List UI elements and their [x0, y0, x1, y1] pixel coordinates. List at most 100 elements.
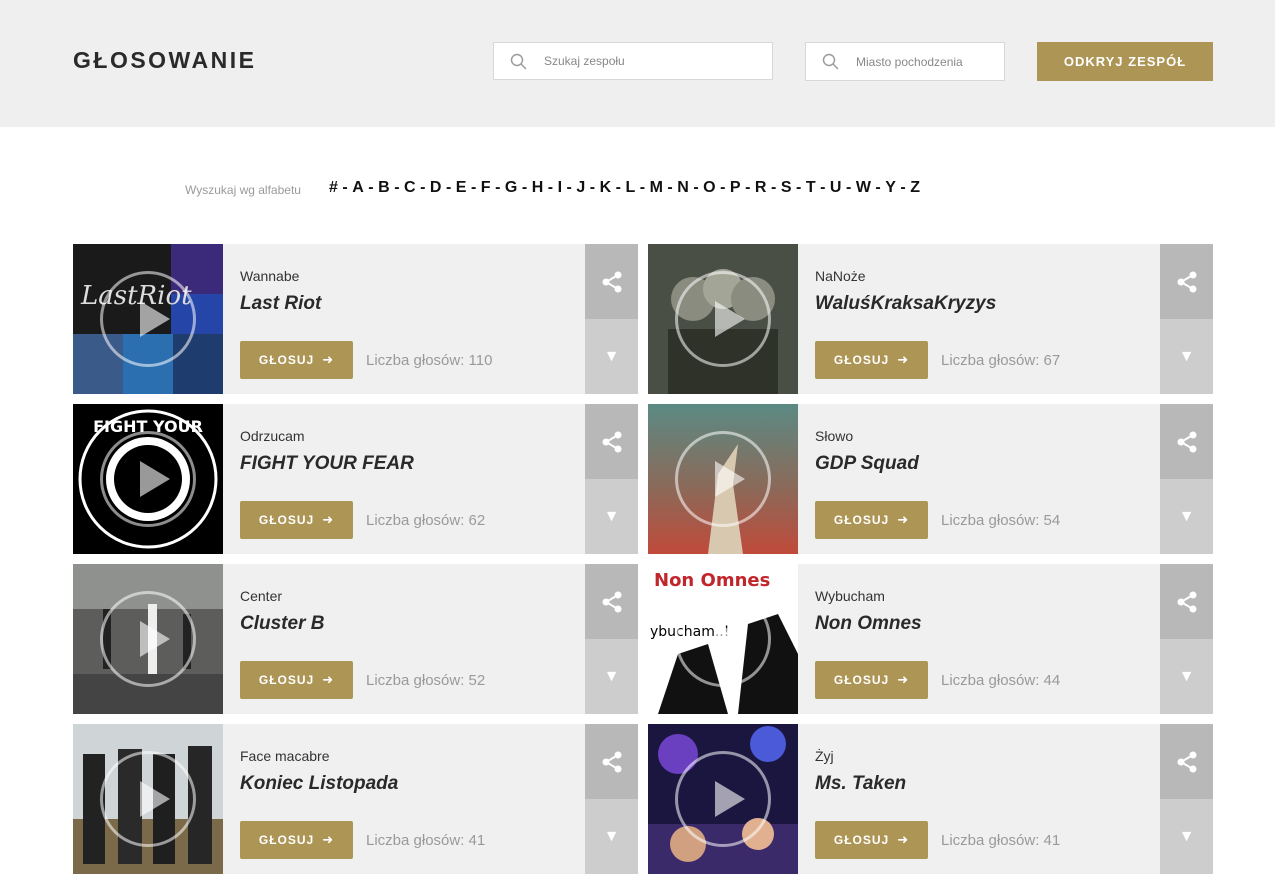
alphabet-letter[interactable]: G	[505, 179, 518, 196]
vote-button[interactable]: GŁOSUJ ➜	[240, 501, 353, 539]
alphabet-letter[interactable]: B	[378, 179, 390, 196]
band-name[interactable]: Ms. Taken	[815, 773, 906, 795]
alphabet-letter[interactable]: N	[677, 179, 689, 196]
alphabet-letter[interactable]: H	[532, 179, 544, 196]
expand-button[interactable]: ▼	[585, 479, 638, 554]
band-name[interactable]: WaluśKraksaKryzys	[815, 293, 996, 315]
alphabet-letter[interactable]: C	[404, 179, 416, 196]
alphabet-letter[interactable]: W	[856, 179, 872, 196]
arrow-right-icon: ➜	[897, 832, 910, 847]
vote-count: Liczba głosów: 67	[941, 352, 1061, 369]
alphabet-letter[interactable]: U	[830, 179, 842, 196]
alphabet-letter[interactable]: I	[558, 179, 563, 196]
arrow-right-icon: ➜	[897, 672, 910, 687]
alphabet-letter[interactable]: J	[576, 179, 585, 196]
play-icon[interactable]	[675, 431, 771, 527]
share-button[interactable]	[1160, 724, 1213, 799]
vote-count: Liczba głosów: 54	[941, 512, 1061, 529]
arrow-right-icon: ➜	[322, 512, 335, 527]
vote-button[interactable]: GŁOSUJ ➜	[240, 821, 353, 859]
video-thumbnail[interactable]	[648, 404, 798, 554]
triangle-down-icon: ▼	[1178, 827, 1195, 845]
vote-button-label: GŁOSUJ	[258, 833, 315, 847]
share-button[interactable]	[1160, 244, 1213, 319]
band-name[interactable]: FIGHT YOUR FEAR	[240, 453, 414, 475]
share-button[interactable]	[585, 244, 638, 319]
vote-count: Liczba głosów: 110	[366, 352, 493, 369]
video-thumbnail[interactable]: LastRiot	[73, 244, 223, 394]
alphabet-separator: -	[720, 179, 726, 196]
alphabet-letter[interactable]: S	[781, 179, 792, 196]
alphabet-separator: -	[667, 179, 674, 196]
share-button[interactable]	[1160, 564, 1213, 639]
video-thumbnail[interactable]: FIGHT YOUR	[73, 404, 223, 554]
arrow-right-icon: ➜	[897, 352, 910, 367]
alphabet-separator: -	[420, 179, 426, 196]
band-card: Center Cluster B GŁOSUJ ➜ Liczba głosów: 52 ▼	[73, 564, 638, 714]
video-thumbnail[interactable]	[73, 564, 223, 714]
song-title: Słowo	[815, 428, 854, 444]
alphabet-letter[interactable]: P	[730, 179, 741, 196]
share-button[interactable]	[585, 724, 638, 799]
vote-button[interactable]: GŁOSUJ ➜	[240, 341, 353, 379]
alphabet-letter[interactable]: R	[755, 179, 767, 196]
alphabet-letter[interactable]: Z	[910, 179, 920, 196]
alphabet-letter[interactable]: F	[481, 179, 491, 196]
band-search-box[interactable]	[493, 42, 773, 80]
alphabet-separator: -	[547, 179, 554, 196]
play-icon[interactable]	[675, 591, 771, 687]
alphabet-letter[interactable]: Y	[885, 179, 896, 196]
alphabet-separator: -	[820, 179, 826, 196]
band-name[interactable]: Last Riot	[240, 293, 321, 315]
page-header: GŁOSOWANIE ODKRYJ ZESPÓŁ	[0, 0, 1275, 127]
band-name[interactable]: GDP Squad	[815, 453, 919, 475]
alphabet-letter[interactable]: M	[650, 179, 664, 196]
band-name[interactable]: Cluster B	[240, 613, 324, 635]
alphabet-letter[interactable]: O	[703, 179, 716, 196]
search-icon	[822, 53, 839, 70]
video-thumbnail[interactable]	[648, 244, 798, 394]
expand-button[interactable]: ▼	[1160, 479, 1213, 554]
expand-button[interactable]: ▼	[1160, 319, 1213, 394]
play-icon[interactable]	[675, 751, 771, 847]
video-thumbnail[interactable]: Non Omnes ybucham..!	[648, 564, 798, 714]
expand-button[interactable]: ▼	[585, 639, 638, 714]
expand-button[interactable]: ▼	[585, 799, 638, 874]
play-icon[interactable]	[675, 271, 771, 367]
alphabet-separator: -	[639, 179, 646, 196]
alphabet-letter[interactable]: A	[352, 179, 364, 196]
play-icon[interactable]	[100, 271, 196, 367]
vote-button[interactable]: GŁOSUJ ➜	[815, 821, 928, 859]
alphabet-separator: -	[745, 179, 751, 196]
alphabet-letter[interactable]: K	[600, 179, 612, 196]
share-button[interactable]	[1160, 404, 1213, 479]
play-icon[interactable]	[100, 751, 196, 847]
band-search-input[interactable]	[544, 43, 762, 79]
city-search-box[interactable]	[805, 42, 1005, 81]
discover-band-button[interactable]: ODKRYJ ZESPÓŁ	[1037, 42, 1213, 81]
play-icon[interactable]	[100, 591, 196, 687]
share-button[interactable]	[585, 404, 638, 479]
video-thumbnail[interactable]	[73, 724, 223, 874]
band-name[interactable]: Koniec Listopada	[240, 773, 398, 795]
share-button[interactable]	[585, 564, 638, 639]
vote-button[interactable]: GŁOSUJ ➜	[815, 661, 928, 699]
vote-button[interactable]: GŁOSUJ ➜	[240, 661, 353, 699]
alphabet-label: Wyszukaj wg alfabetu	[185, 183, 301, 197]
triangle-down-icon: ▼	[603, 507, 620, 525]
city-search-input[interactable]	[856, 43, 994, 80]
expand-button[interactable]: ▼	[585, 319, 638, 394]
expand-button[interactable]: ▼	[1160, 639, 1213, 714]
expand-button[interactable]: ▼	[1160, 799, 1213, 874]
song-title: Odrzucam	[240, 428, 305, 444]
video-thumbnail[interactable]	[648, 724, 798, 874]
alphabet-letter[interactable]: T	[806, 179, 816, 196]
vote-button[interactable]: GŁOSUJ ➜	[815, 501, 928, 539]
band-name[interactable]: Non Omnes	[815, 613, 922, 635]
vote-button[interactable]: GŁOSUJ ➜	[815, 341, 928, 379]
play-icon[interactable]	[100, 431, 196, 527]
alphabet-letter[interactable]: D	[430, 179, 442, 196]
alphabet-letter[interactable]: #	[329, 179, 338, 196]
alphabet-letter[interactable]: L	[625, 179, 635, 196]
alphabet-letter[interactable]: E	[456, 179, 467, 196]
